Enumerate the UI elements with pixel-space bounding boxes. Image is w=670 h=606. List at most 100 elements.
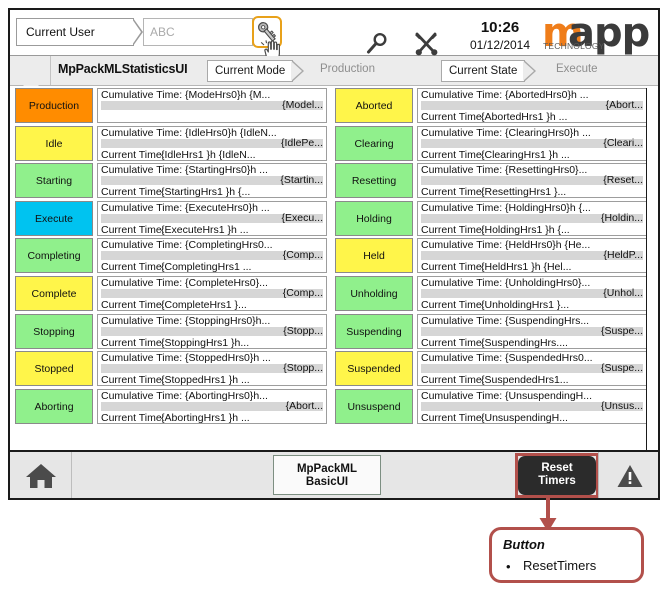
percentage-bar-label: {Reset...	[603, 174, 643, 187]
state-detail-panel: Cumulative Time: {UnholdingHrs0}... {Unho…	[417, 275, 647, 311]
state-button-stopping[interactable]: Stopping	[15, 313, 93, 349]
callout-item: ResetTimers	[523, 558, 597, 573]
cumulative-time-line: Cumulative Time: {SuspendingHrs...	[421, 314, 590, 327]
current-time-line: Current Time:{HoldingHrs1 }h {...	[421, 224, 570, 235]
current-time-label: Current Time:	[421, 336, 485, 349]
state-detail-panel: Cumulative Time: {ModeHrs0}h {M... {Model…	[97, 88, 327, 123]
state-row: Held Cumulative Time: {HeldHrs0}h {He... {…	[335, 238, 647, 275]
current-time-value: {SuspendingHrs....	[481, 336, 568, 349]
current-time-label: Current Time:	[101, 261, 165, 274]
current-time-label: Current Time:	[421, 148, 485, 161]
current-mode-tag[interactable]: Current Mode	[207, 60, 305, 82]
state-row: Stopping Cumulative Time: {StoppingHrs0}h…	[15, 313, 327, 351]
current-time-label: Current Time:	[101, 336, 165, 349]
percentage-bar-label: {HeldP...	[603, 249, 643, 262]
left-state-column: Production Cumulative Time: {ModeHrs0}h {…	[15, 88, 327, 426]
percentage-bar-label: {Abort...	[285, 399, 323, 412]
state-row: Unholding Cumulative Time: {UnholdingHrs0…	[335, 275, 647, 313]
current-time-line: Current Time:{ResettingHrs1 }...	[421, 186, 567, 199]
current-user-input[interactable]: ABC	[143, 18, 253, 46]
header-bar: Current User ABC 10:26 01/12/2014 m app …	[10, 10, 658, 60]
home-button[interactable]	[10, 452, 72, 498]
current-time-line: Current Time:{CompletingHrs1 ...	[101, 261, 251, 274]
current-time-line: Current Time:{ExecuteHrs1 }h ...	[101, 224, 249, 235]
wrench-tools-icon[interactable]	[414, 32, 440, 56]
percentage-bar-label: {Cleari...	[603, 136, 643, 149]
current-user-label: Current User	[16, 18, 143, 46]
cumulative-time-line: Cumulative Time: {IdleHrs0}h {IdleN...	[101, 126, 277, 139]
breadcrumb: MpPackMLStatisticsUI Current Mode Produc…	[10, 56, 658, 93]
state-detail-panel: Cumulative Time: {ExecuteHrs0}h ... {Exec…	[97, 200, 327, 236]
state-button-starting[interactable]: Starting	[15, 163, 93, 199]
current-time-value: {StoppingHrs1 }h...	[161, 336, 250, 349]
callout-title: Button	[503, 537, 545, 552]
state-row: Idle Cumulative Time: {IdleHrs0}h {IdleN.…	[15, 125, 327, 163]
cumulative-time-line: Cumulative Time: {ResettingHrs0}...	[421, 164, 588, 177]
current-time-label: Current Time:	[101, 298, 165, 311]
state-button-execute[interactable]: Execute	[15, 200, 93, 236]
cumulative-time-line: Cumulative Time: {CompleteHrs0}...	[101, 276, 268, 289]
percentage-bar-label: {Unsus...	[600, 399, 643, 412]
clock-date: 01/12/2014	[469, 38, 531, 52]
state-button-suspending[interactable]: Suspending	[335, 313, 413, 349]
cumulative-time-line: Cumulative Time: {HoldingHrs0}h {...	[421, 201, 591, 214]
mppackml-basicui-button[interactable]: MpPackML BasicUI	[273, 455, 381, 495]
right-state-column: Aborted Cumulative Time: {AbortedHrs0}h .…	[335, 88, 647, 426]
current-time-value: {CompleteHrs1 }...	[161, 298, 247, 311]
state-row: Clearing Cumulative Time: {ClearingHrs0}h…	[335, 125, 647, 163]
current-state-tag[interactable]: Current State	[441, 60, 537, 82]
breadcrumb-back-tab[interactable]	[10, 56, 51, 93]
state-button-clearing[interactable]: Clearing	[335, 125, 413, 161]
state-button-unholding[interactable]: Unholding	[335, 275, 413, 311]
state-button-suspended[interactable]: Suspended	[335, 351, 413, 387]
cumulative-time-line: Cumulative Time: {CompletingHrs0...	[101, 239, 273, 252]
current-time-line: Current Time:{AbortingHrs1 }h ...	[101, 411, 250, 424]
current-time-line: Current Time:{AbortedHrs1 }h ...	[421, 111, 568, 123]
percentage-bar-label: {Model...	[282, 99, 323, 111]
current-time-label: Current Time:	[101, 148, 165, 161]
current-time-value: {ResettingHrs1 }...	[481, 186, 567, 199]
percentage-bar-label: {Comp...	[282, 286, 323, 299]
state-button-aborted[interactable]: Aborted	[335, 88, 413, 123]
cumulative-time-line: Cumulative Time: {ModeHrs0}h {M...	[101, 89, 271, 101]
annotation-highlight-box	[515, 453, 599, 498]
current-time-line: Current Time:{HeldHrs1 }h {Hel...	[421, 261, 571, 274]
state-button-holding[interactable]: Holding	[335, 200, 413, 236]
state-button-unsuspend[interactable]: Unsuspend	[335, 388, 413, 424]
state-button-resetting[interactable]: Resetting	[335, 163, 413, 199]
state-detail-panel: Cumulative Time: {StartingHrs0}h ... {Sta…	[97, 163, 327, 199]
state-button-idle[interactable]: Idle	[15, 125, 93, 161]
current-time-label: Current Time:	[421, 298, 485, 311]
current-time-label: Current Time:	[421, 186, 485, 199]
current-time-line: Current Time:{SuspendedHrs1...	[421, 374, 569, 385]
current-time-label: Current Time:	[101, 411, 165, 424]
current-time-value: {AbortedHrs1 }h ...	[481, 111, 568, 123]
basicui-line1: MpPackML	[296, 463, 358, 475]
vertical-scrollbar[interactable]	[646, 88, 656, 495]
state-button-production[interactable]: Production	[15, 88, 93, 123]
state-button-complete[interactable]: Complete	[15, 275, 93, 311]
state-detail-panel: Cumulative Time: {UnsuspendingH... {Unsus…	[417, 388, 647, 424]
percentage-bar-label: {Comp...	[282, 249, 323, 262]
current-time-label: Current Time:	[421, 261, 485, 274]
state-button-held[interactable]: Held	[335, 238, 413, 274]
current-time-label: Current Time:	[421, 111, 485, 123]
state-detail-panel: Cumulative Time: {CompleteHrs0}... {Comp.…	[97, 275, 327, 311]
warning-triangle-icon	[617, 465, 643, 487]
current-state-value: Execute	[556, 63, 598, 75]
state-button-aborting[interactable]: Aborting	[15, 388, 93, 424]
current-time-line: Current Time:{StoppingHrs1 }h...	[101, 336, 250, 349]
callout-bullet-glyph: •	[506, 559, 511, 574]
state-button-completing[interactable]: Completing	[15, 238, 93, 274]
cumulative-time-line: Cumulative Time: {AbortedHrs0}h ...	[421, 89, 589, 101]
warning-button[interactable]	[598, 452, 658, 498]
state-detail-panel: Cumulative Time: {IdleHrs0}h {IdleN... {I…	[97, 125, 327, 161]
magnifier-icon[interactable]	[365, 32, 389, 56]
reset-timers-wrapper: Reset Timers	[515, 453, 599, 498]
state-button-stopped[interactable]: Stopped	[15, 351, 93, 387]
clock-display: 10:26 01/12/2014	[450, 20, 550, 53]
current-time-value: {UnsuspendingH...	[481, 411, 568, 424]
current-time-label: Current Time:	[101, 374, 165, 387]
state-detail-panel: Cumulative Time: {SuspendedHrs0... {Suspe…	[417, 351, 647, 387]
mapp-logo: m app TECHNOLOGY	[542, 10, 654, 56]
